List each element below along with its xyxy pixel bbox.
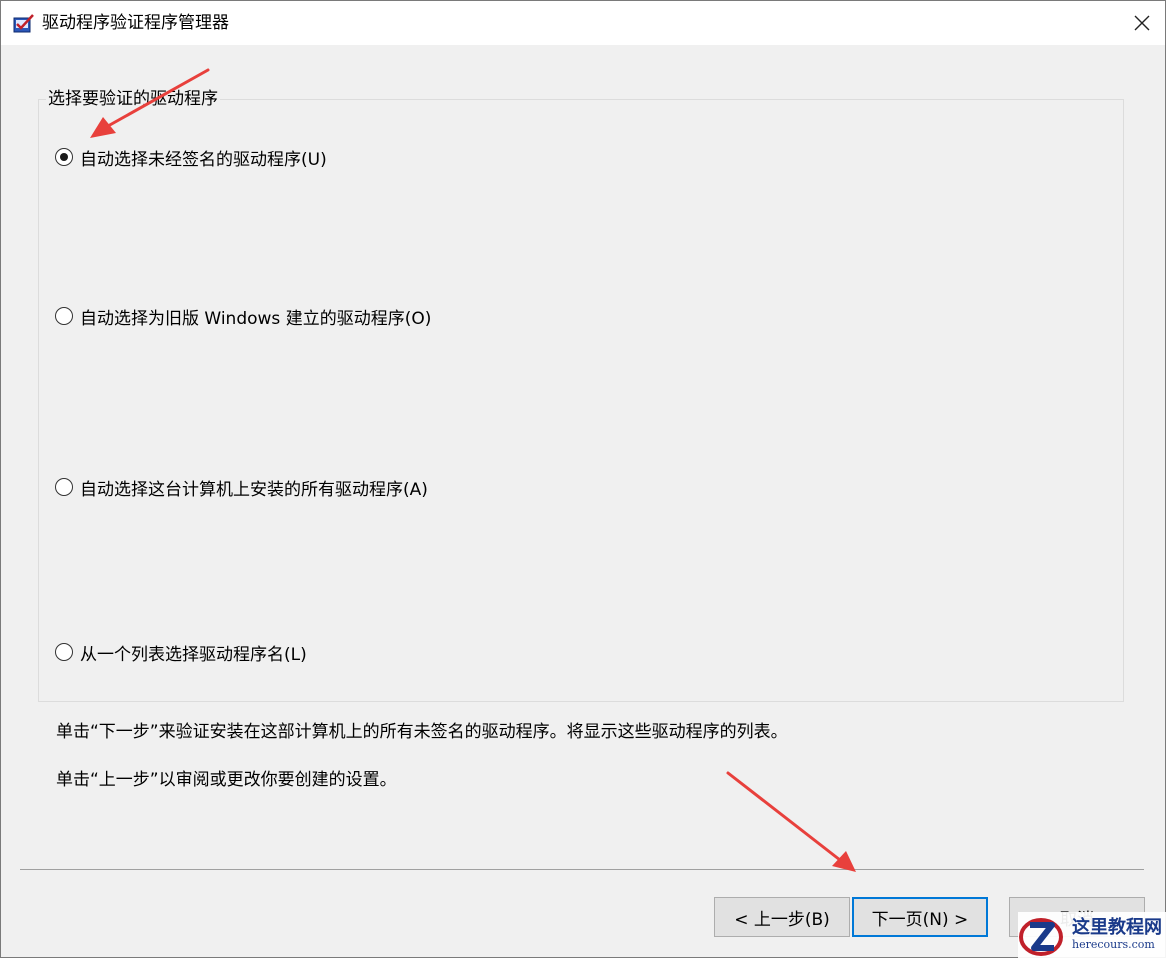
radio-select-from-list[interactable] (55, 643, 73, 661)
group-label: 选择要验证的驱动程序 (46, 89, 220, 109)
option-label: 自动选择为旧版 Windows 建立的驱动程序(O) (80, 308, 432, 329)
next-hint-text: 单击“下一步”来验证安装在这部计算机上的所有未签名的驱动程序。将显示这些驱动程序… (56, 722, 788, 742)
option-all-drivers[interactable]: 自动选择这台计算机上安装的所有驱动程序(A) (55, 475, 428, 500)
window-title: 驱动程序验证程序管理器 (42, 13, 229, 33)
option-unsigned-drivers[interactable]: 自动选择未经签名的驱动程序(U) (55, 145, 327, 170)
driver-verifier-app-icon (13, 14, 34, 33)
radio-all-drivers[interactable] (55, 478, 73, 496)
back-hint-text: 单击“上一步”以审阅或更改你要创建的设置。 (56, 770, 397, 790)
back-button[interactable]: < 上一步(B) (714, 897, 850, 937)
radio-legacy-drivers[interactable] (55, 307, 73, 325)
footer-separator (20, 869, 1144, 870)
site-watermark: 这里教程网 herecours.com (1018, 912, 1166, 958)
radio-unsigned-drivers[interactable] (55, 148, 73, 166)
option-select-from-list[interactable]: 从一个列表选择驱动程序名(L) (55, 640, 307, 665)
watermark-url: herecours.com (1072, 938, 1155, 951)
option-label: 自动选择这台计算机上安装的所有驱动程序(A) (80, 479, 428, 500)
option-legacy-drivers[interactable]: 自动选择为旧版 Windows 建立的驱动程序(O) (55, 304, 432, 329)
option-label: 从一个列表选择驱动程序名(L) (80, 644, 307, 665)
title-bar: 驱动程序验证程序管理器 (1, 1, 1165, 45)
next-button[interactable]: 下一页(N) > (852, 897, 988, 937)
driver-selection-group (38, 99, 1124, 702)
close-button[interactable] (1119, 1, 1165, 45)
close-icon (1134, 15, 1150, 31)
option-label: 自动选择未经签名的驱动程序(U) (80, 149, 327, 170)
watermark-name: 这里教程网 (1072, 917, 1162, 938)
site-logo-icon (1019, 918, 1063, 956)
